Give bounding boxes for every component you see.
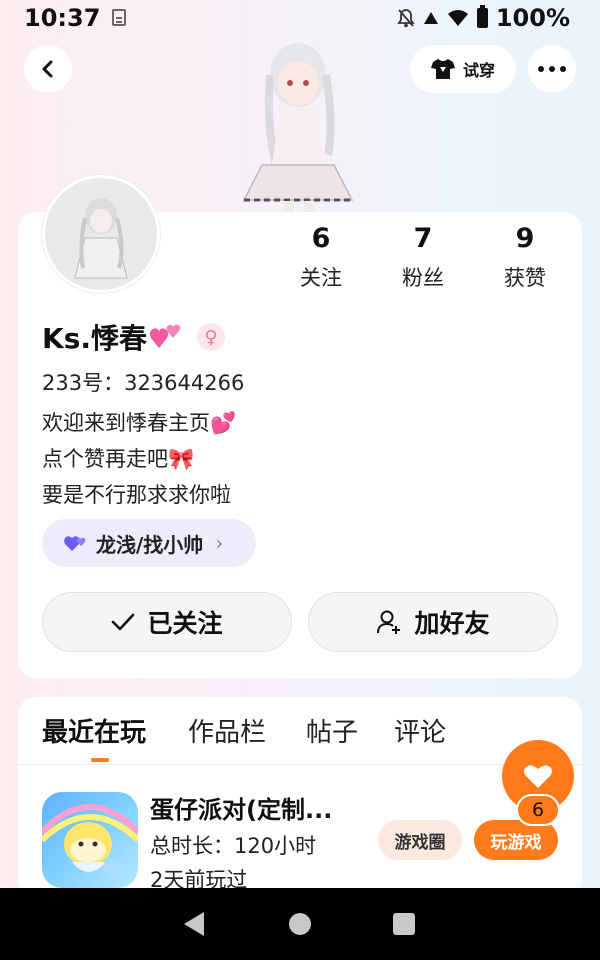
stat-likes-value: 9 <box>515 223 535 254</box>
tabs-divider <box>18 764 582 765</box>
tshirt-icon <box>430 59 455 79</box>
bio-line: 要是不行那求求你啦 <box>42 483 231 507</box>
stat-fans-label: 粉丝 <box>402 266 444 290</box>
more-dots-icon <box>538 66 566 72</box>
nav-recents-icon[interactable] <box>393 913 415 935</box>
bio-line: 欢迎来到悸春主页💕 <box>42 411 237 435</box>
chevron-left-icon <box>42 60 53 78</box>
tab-posts[interactable]: 帖子 <box>306 712 358 749</box>
status-bar: 10:37 100% <box>0 0 600 40</box>
bio: 欢迎来到悸春主页💕 点个赞再走吧🎀 要是不行那求求你啦 <box>42 405 236 513</box>
add-friend-button[interactable]: 加好友 <box>308 592 558 652</box>
sim-card-icon <box>112 9 126 26</box>
wifi-icon <box>447 10 468 26</box>
check-icon <box>112 613 135 631</box>
add-friend-label: 加好友 <box>414 609 490 638</box>
tag-pill[interactable]: 龙浅/找小帅 › <box>42 519 256 567</box>
bell-off-icon <box>397 9 415 28</box>
game-app-icon[interactable] <box>42 792 138 888</box>
chevron-right-icon: › <box>215 531 224 555</box>
game-duration: 总时长：120小时 <box>150 834 317 858</box>
bio-line: 点个赞再走吧🎀 <box>42 447 195 471</box>
character-avatar-image <box>222 35 374 215</box>
add-person-icon <box>377 610 401 634</box>
female-gender-icon: ♀ <box>197 323 226 351</box>
game-circle-button[interactable]: 游戏圈 <box>378 820 462 860</box>
stat-following-value: 6 <box>311 223 331 254</box>
status-icons: 100% <box>397 4 570 32</box>
heart-icon <box>524 765 552 788</box>
followed-button[interactable]: 已关注 <box>42 592 292 652</box>
battery-level: 100% <box>495 4 570 32</box>
nav-back-icon[interactable] <box>184 912 204 936</box>
stat-following-label: 关注 <box>300 266 342 290</box>
stat-likes: 9 获赞 <box>480 222 570 292</box>
signal-icon <box>423 12 438 24</box>
tab-works[interactable]: 作品栏 <box>188 712 266 749</box>
nav-home-icon[interactable] <box>289 913 311 935</box>
stat-fans-value: 7 <box>413 223 433 254</box>
try-on-button[interactable]: 试穿 <box>410 45 516 93</box>
game-circle-label: 游戏圈 <box>394 832 446 853</box>
play-game-label: 玩游戏 <box>490 832 542 853</box>
avatar[interactable] <box>42 175 160 293</box>
followed-label: 已关注 <box>147 609 223 638</box>
active-tab-indicator <box>91 758 109 762</box>
status-time: 10:37 <box>24 4 101 32</box>
name-row: Ks.悸春 ♀ <box>42 317 226 357</box>
try-on-label: 试穿 <box>462 61 495 80</box>
back-button[interactable] <box>24 45 72 93</box>
user-id[interactable]: 233号：323644266 <box>42 367 244 397</box>
battery-icon <box>476 5 488 28</box>
tag-label: 龙浅/找小帅 <box>96 532 204 557</box>
profile-name: Ks.悸春 <box>42 322 148 355</box>
avatar-image <box>45 178 157 290</box>
tab-recent-play[interactable]: 最近在玩 <box>42 712 146 749</box>
purple-hearts-icon <box>64 536 86 551</box>
stat-fans[interactable]: 7 粉丝 <box>378 222 468 292</box>
more-options-button[interactable] <box>528 45 576 93</box>
like-count-badge: 6 <box>516 794 560 826</box>
tab-comments[interactable]: 评论 <box>394 712 446 749</box>
game-title[interactable]: 蛋仔派对(定制... <box>150 790 332 825</box>
stat-likes-label: 获赞 <box>504 266 546 290</box>
stat-following[interactable]: 6 关注 <box>276 222 366 292</box>
play-game-button[interactable]: 玩游戏 <box>474 820 558 860</box>
hearts-emoji-icon <box>149 324 181 348</box>
